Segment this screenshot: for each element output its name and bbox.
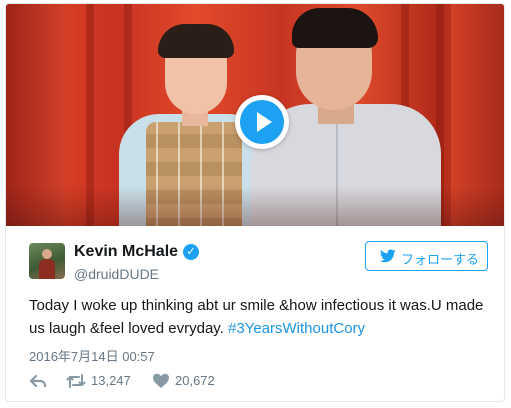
tweet-timestamp[interactable]: 2016年7月14日 00:57 <box>29 346 155 365</box>
like-count: 20,672 <box>175 373 215 388</box>
play-button[interactable] <box>235 95 289 149</box>
twitter-bird-icon <box>380 249 396 263</box>
tweet-text: Today I woke up thinking abt ur smile &h… <box>29 294 489 340</box>
video-thumbnail[interactable] <box>6 4 504 226</box>
reply-button[interactable] <box>29 372 47 390</box>
verified-badge-icon: ✓ <box>183 244 199 260</box>
follow-label: フォローする <box>401 252 480 267</box>
person-left-hair <box>158 24 234 58</box>
play-icon <box>240 100 284 144</box>
author-handle[interactable]: @druidDUDE <box>74 266 159 282</box>
hashtag-link[interactable]: #3YearsWithoutCory <box>228 320 365 337</box>
follow-button[interactable]: フォローする <box>365 241 488 271</box>
image-shadow <box>6 186 504 226</box>
retweet-button[interactable]: 13,247 <box>66 372 146 390</box>
retweet-icon <box>66 374 86 388</box>
tweet-card: Kevin McHale ✓ @druidDUDE フォローする Today I… <box>5 3 505 402</box>
reply-icon <box>29 374 47 388</box>
author-name[interactable]: Kevin McHale <box>74 243 178 261</box>
person-right-hair <box>292 8 378 48</box>
like-button[interactable]: 20,672 <box>152 372 232 390</box>
heart-icon <box>153 373 169 388</box>
retweet-count: 13,247 <box>91 373 131 388</box>
avatar[interactable] <box>29 243 65 279</box>
